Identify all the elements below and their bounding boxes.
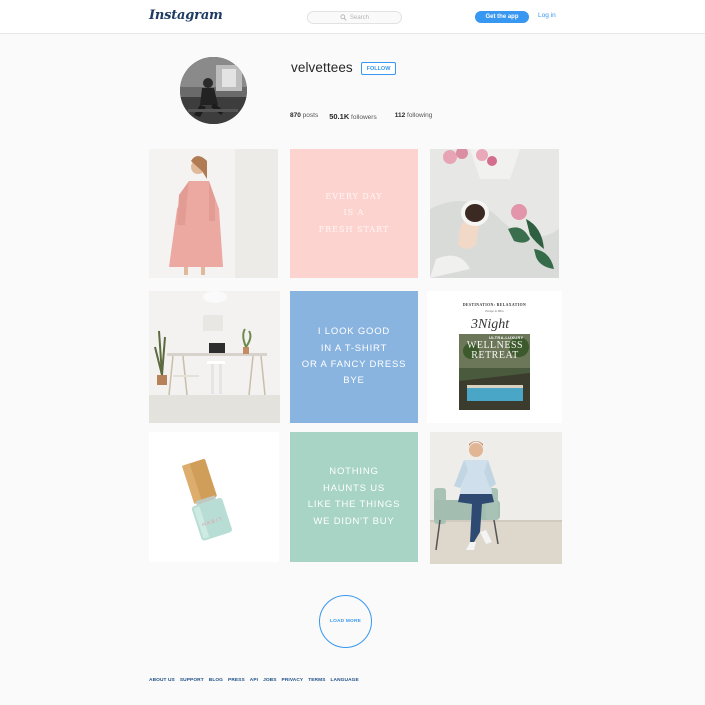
footer-link-language[interactable]: LANGUAGE bbox=[331, 678, 359, 683]
following-count-stat[interactable]: 112 following bbox=[395, 112, 433, 121]
profile-stats: 870 posts 50.1K followers 112 following bbox=[290, 112, 432, 121]
profile-username: velvettees bbox=[291, 60, 353, 75]
search-icon bbox=[340, 14, 347, 21]
quote-line: HAUNTS US bbox=[322, 482, 386, 494]
post-tile-man-chair[interactable] bbox=[430, 432, 562, 564]
quote-line: IS A bbox=[343, 208, 365, 218]
posts-count-stat: 870 posts bbox=[290, 112, 318, 121]
post-tile-workspace[interactable] bbox=[149, 291, 280, 423]
post-tile-magazine[interactable]: DESTINATION: RELAXATION Escape to Bliss … bbox=[427, 291, 562, 423]
post-tile-pink-dress[interactable] bbox=[149, 149, 278, 278]
quote-line: NOTHING bbox=[329, 466, 379, 477]
following-label: following bbox=[407, 112, 433, 119]
followers-count: 50.1K bbox=[329, 112, 350, 121]
magazine-header: DESTINATION: RELAXATION bbox=[462, 303, 527, 307]
quote-line: LIKE THE THINGS bbox=[307, 499, 401, 510]
followers-label: followers bbox=[351, 114, 377, 121]
quote-text-mint: NOTHING HAUNTS US LIKE THE THINGS WE DID… bbox=[290, 432, 418, 562]
quote-line: FRESH START bbox=[318, 224, 390, 234]
quote-line: IN A T-SHIRT bbox=[320, 342, 388, 354]
instagram-logo[interactable]: Instagram bbox=[149, 8, 223, 23]
magazine-headline: WELLNESS RETREAT bbox=[461, 341, 529, 361]
search-placeholder: Search bbox=[349, 14, 369, 21]
footer-link-blog[interactable]: BLOG bbox=[209, 678, 223, 683]
magazine-headline-line: RETREAT bbox=[471, 350, 519, 361]
quote-line: OR A FANCY DRESS bbox=[301, 359, 407, 370]
top-navigation-bar: Instagram Search Get the app Log in bbox=[0, 0, 705, 34]
footer-link-about-us[interactable]: ABOUT US bbox=[149, 678, 175, 683]
quote-text-pink: EVERY DAY IS A FRESH START bbox=[290, 149, 418, 278]
quote-line: WE DIDN'T BUY bbox=[313, 515, 395, 527]
profile-avatar bbox=[180, 57, 247, 124]
footer-link-api[interactable]: API bbox=[250, 678, 258, 683]
load-more-button[interactable]: LOAD MORE bbox=[319, 595, 372, 648]
footer-link-press[interactable]: PRESS bbox=[228, 678, 245, 683]
quote-line: BYE bbox=[343, 375, 365, 387]
avatar-photo bbox=[180, 57, 247, 124]
pink-dress-photo bbox=[149, 149, 278, 278]
footer-link-terms[interactable]: TERMS bbox=[308, 678, 325, 683]
footer-links: ABOUT US SUPPORT BLOG PRESS API JOBS PRI… bbox=[149, 678, 359, 683]
get-the-app-button[interactable]: Get the app bbox=[475, 11, 529, 23]
man-in-chair-photo bbox=[430, 432, 562, 564]
log-in-link[interactable]: Log in bbox=[538, 12, 556, 19]
post-tile-coffee-flowers[interactable] bbox=[430, 149, 559, 278]
follow-button[interactable]: FOLLOW bbox=[361, 62, 396, 75]
following-count: 112 bbox=[394, 112, 406, 119]
followers-count-stat[interactable]: 50.1K followers bbox=[329, 112, 376, 121]
post-tile-nail-polish[interactable]: HABIT bbox=[149, 432, 279, 562]
post-tile-quote-blue[interactable]: I LOOK GOOD IN A T-SHIRT OR A FANCY DRES… bbox=[290, 291, 418, 423]
workspace-photo bbox=[149, 291, 280, 423]
posts-count: 870 bbox=[290, 112, 301, 119]
posts-label: posts bbox=[302, 112, 319, 119]
post-tile-quote-pink[interactable]: EVERY DAY IS A FRESH START bbox=[290, 149, 418, 278]
magazine-subheader: Escape to Bliss bbox=[485, 309, 504, 313]
quote-line: I LOOK GOOD bbox=[317, 326, 391, 338]
magazine-title: 3Night bbox=[471, 317, 510, 332]
quote-text-blue: I LOOK GOOD IN A T-SHIRT OR A FANCY DRES… bbox=[290, 291, 418, 423]
search-input[interactable]: Search bbox=[307, 11, 402, 24]
post-tile-quote-mint[interactable]: NOTHING HAUNTS US LIKE THE THINGS WE DID… bbox=[290, 432, 418, 562]
quote-line: EVERY DAY bbox=[325, 191, 383, 201]
footer-link-jobs[interactable]: JOBS bbox=[263, 678, 276, 683]
footer-link-privacy[interactable]: PRIVACY bbox=[282, 678, 304, 683]
coffee-flowers-photo bbox=[430, 149, 559, 278]
footer-link-support[interactable]: SUPPORT bbox=[180, 678, 204, 683]
nail-polish-photo: HABIT bbox=[149, 432, 279, 562]
